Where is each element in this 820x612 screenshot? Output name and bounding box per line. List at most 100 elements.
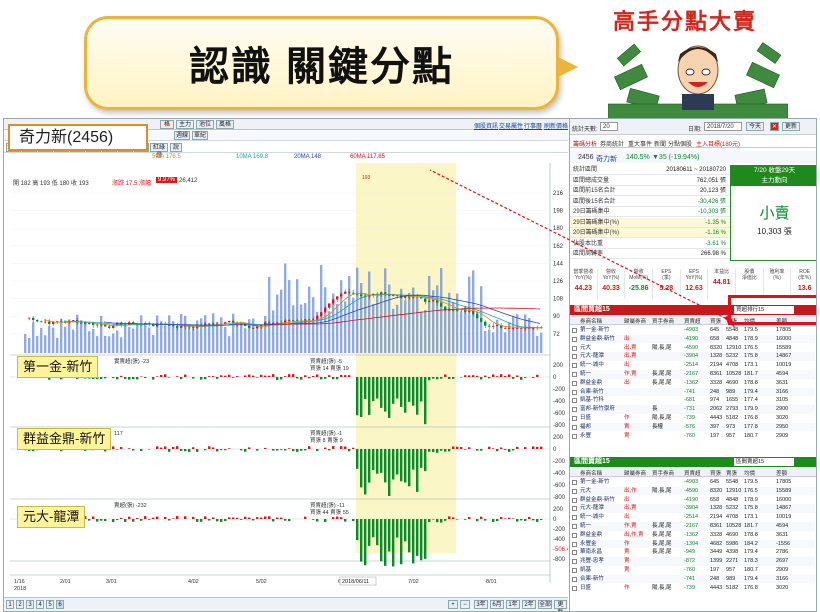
row-checkbox[interactable] <box>572 380 577 386</box>
row-checkbox[interactable] <box>572 550 577 556</box>
tab-broker-stats[interactable]: 券商統計 <box>600 139 624 148</box>
page-2[interactable]: 2 <box>16 600 24 609</box>
column-header[interactable]: 買手券商 <box>652 469 674 477</box>
table-row[interactable]: 統一 作,賣 長,尾,尾 -2167 8361 10528 181.7 4594 <box>570 370 815 379</box>
table-row[interactable]: 元大 出,賣 陽,長,尾 -4590 8320 12910 176.5 15589 <box>570 343 815 353</box>
tab-branch-stock[interactable]: 分點個股 <box>668 139 692 148</box>
column-header[interactable]: 買張 <box>710 469 721 477</box>
column-header[interactable]: 券商名稱 <box>580 469 602 477</box>
row-checkbox[interactable] <box>572 336 577 342</box>
table-row[interactable]: 群益金鼎-新竹 出 -4190 658 4848 178.9 16000 <box>570 334 815 344</box>
range-1y[interactable]: 1年 <box>506 600 520 609</box>
tab-events[interactable]: 重大事件 <box>628 139 652 148</box>
table-row[interactable]: 合庫-新竹 -741 248 989 179.4 3166 <box>570 387 815 397</box>
days-select[interactable]: 20 <box>600 122 618 131</box>
row-checkbox[interactable] <box>572 568 577 573</box>
table-row[interactable]: 統一-城中 出 -2514 2194 4708 173.1 10019 <box>570 361 815 370</box>
tab-single[interactable]: 單紀 <box>192 131 208 140</box>
table-row[interactable]: 統一-城中 出 -2514 2194 4708 173.1 10019 <box>570 513 815 522</box>
link-calendar[interactable]: 行事曆 <box>524 121 542 130</box>
row-checkbox[interactable] <box>572 515 577 521</box>
row-checkbox[interactable] <box>572 363 577 369</box>
table-row[interactable]: 元大 出,作 陽,長,尾 -4590 8320 12910 176.5 15589 <box>570 486 815 496</box>
row-checkbox[interactable] <box>572 506 577 512</box>
update-button[interactable]: 更新 <box>782 122 800 131</box>
sell-mode-select[interactable]: 區間賣超15 <box>734 458 794 466</box>
tab-k[interactable]: 格 <box>160 120 174 129</box>
table-row[interactable]: 群益金鼎 出,作,賣 長,尾,尾 -1362 3328 4690 178.8 3631 <box>570 530 815 540</box>
row-checkbox[interactable] <box>572 541 577 547</box>
table-cell: 作 <box>624 584 630 591</box>
candle-body <box>256 326 259 328</box>
table-row[interactable]: 統一 作,賣 長,尾,尾 -2167 8361 10528 181.7 4594 <box>570 522 815 531</box>
row-checkbox[interactable] <box>572 559 577 565</box>
page-5[interactable]: 5 <box>46 600 54 609</box>
tab-style[interactable]: 風格 <box>216 120 234 129</box>
page-6[interactable]: 6 <box>56 600 64 609</box>
column-header[interactable]: 差額 <box>776 469 787 477</box>
table-row[interactable]: 群益金鼎 出 長,尾,尾 -1362 3328 4690 178.8 3631 <box>570 378 815 388</box>
row-checkbox[interactable] <box>572 407 577 413</box>
table-row[interactable]: 富邦-新竹學府 長 -731 2062 2793 179.9 2900 <box>570 405 815 414</box>
tab-main-force[interactable]: 主力 <box>176 120 194 129</box>
range-6m[interactable]: 6月 <box>490 600 504 609</box>
column-header[interactable]: 買賣超 <box>684 469 701 477</box>
table-row[interactable]: 華南永昌 賣 長,尾,尾 -949 3449 4398 179.4 2786 <box>570 548 815 557</box>
row-checkbox[interactable] <box>572 488 577 494</box>
table-row[interactable]: 凱基 賣 -760 197 957 180.7 2909 <box>570 566 815 575</box>
table-row[interactable]: 日盛 作 陽,長,尾 -739 4443 5182 176.8 3020 <box>570 414 815 423</box>
row-checkbox[interactable] <box>572 372 577 377</box>
row-checkbox[interactable] <box>572 480 577 485</box>
range-3y[interactable]: 3年 <box>474 600 488 609</box>
broker-bar <box>252 375 255 377</box>
table-row[interactable]: 第一金-新竹 -4903 645 5548 179.5 17805 <box>570 478 815 487</box>
table-row[interactable]: 群益金鼎-新竹 出 -4190 658 4848 178.9 16000 <box>570 495 815 505</box>
table-row[interactable]: 元大-龍潭 出,賣 -3904 1328 5232 175.8 14867 <box>570 352 815 361</box>
row-checkbox[interactable] <box>572 433 577 439</box>
tab-position[interactable]: 池位 <box>196 120 214 129</box>
link-refresh[interactable]: 刷新價格 <box>544 121 568 130</box>
table-row[interactable]: 日盛 作 陽,長,尾 -739 4443 5182 176.8 3020 <box>570 583 815 593</box>
range-all[interactable]: 全部 <box>538 600 552 609</box>
row-checkbox[interactable] <box>572 398 577 404</box>
row-checkbox[interactable] <box>572 424 577 430</box>
close-icon[interactable]: ✕ <box>770 122 779 131</box>
column-header[interactable]: 歸屬券商 <box>624 469 646 477</box>
link-stock-info[interactable]: 個股資訊 <box>474 121 498 130</box>
row-checkbox[interactable] <box>572 532 577 538</box>
row-checkbox[interactable] <box>572 354 577 360</box>
tab-weekly[interactable]: 週線 <box>174 131 190 140</box>
link-trade-attr[interactable]: 交易屬性 <box>499 121 523 130</box>
today-button[interactable]: 今天 <box>746 122 764 131</box>
range-2y[interactable]: 2年 <box>522 600 536 609</box>
page-1[interactable]: 1 <box>6 600 14 609</box>
table-row[interactable]: 元大-龍潭 出,賣 -3904 1328 5232 175.8 14867 <box>570 504 815 513</box>
page-3[interactable]: 3 <box>26 600 34 609</box>
row-checkbox[interactable] <box>572 416 577 421</box>
date-input[interactable]: 2018/7/20 <box>704 122 742 131</box>
table-row[interactable]: 福邦 賣 長權 -576 397 973 177.8 2950 <box>570 422 815 432</box>
row-checkbox[interactable] <box>572 576 577 582</box>
column-header[interactable]: 賣張 <box>726 469 737 477</box>
table-row[interactable]: 凱基-竹科 -681 974 1655 177.4 3105 <box>570 396 815 405</box>
ind-help[interactable]: 說 <box>170 143 182 152</box>
table-row[interactable]: 永豐 賣 -760 197 957 180.7 2909 <box>570 431 815 441</box>
row-checkbox[interactable] <box>572 497 577 503</box>
row-checkbox[interactable] <box>572 389 577 395</box>
ind-traffic[interactable]: 紅綠燈 <box>150 143 168 159</box>
zoom-out-icon[interactable]: − <box>460 600 470 609</box>
range-update[interactable]: 更新 <box>554 600 567 611</box>
tab-target[interactable]: 主入目標(180元) <box>696 139 740 148</box>
table-row[interactable]: 永豐金 作 長,尾,尾 -1304 4682 5986 184.2 -1556 <box>570 539 815 549</box>
broker-bar <box>184 449 187 452</box>
tab-news[interactable]: 新聞 <box>654 139 666 148</box>
zoom-in-icon[interactable]: + <box>448 600 458 609</box>
page-4[interactable]: 4 <box>36 600 44 609</box>
row-checkbox[interactable] <box>572 524 577 529</box>
column-header[interactable]: 均價 <box>744 469 755 477</box>
tab-chip-analysis[interactable]: 籌碼分析 <box>573 139 597 148</box>
table-row[interactable]: 合庫-新竹 -741 248 989 179.4 3166 <box>570 574 815 584</box>
row-checkbox[interactable] <box>572 585 577 591</box>
row-checkbox[interactable] <box>572 345 577 351</box>
table-row[interactable]: 兆豐-忠孝 賣 -872 1399 2271 178.3 2697 <box>570 557 815 566</box>
